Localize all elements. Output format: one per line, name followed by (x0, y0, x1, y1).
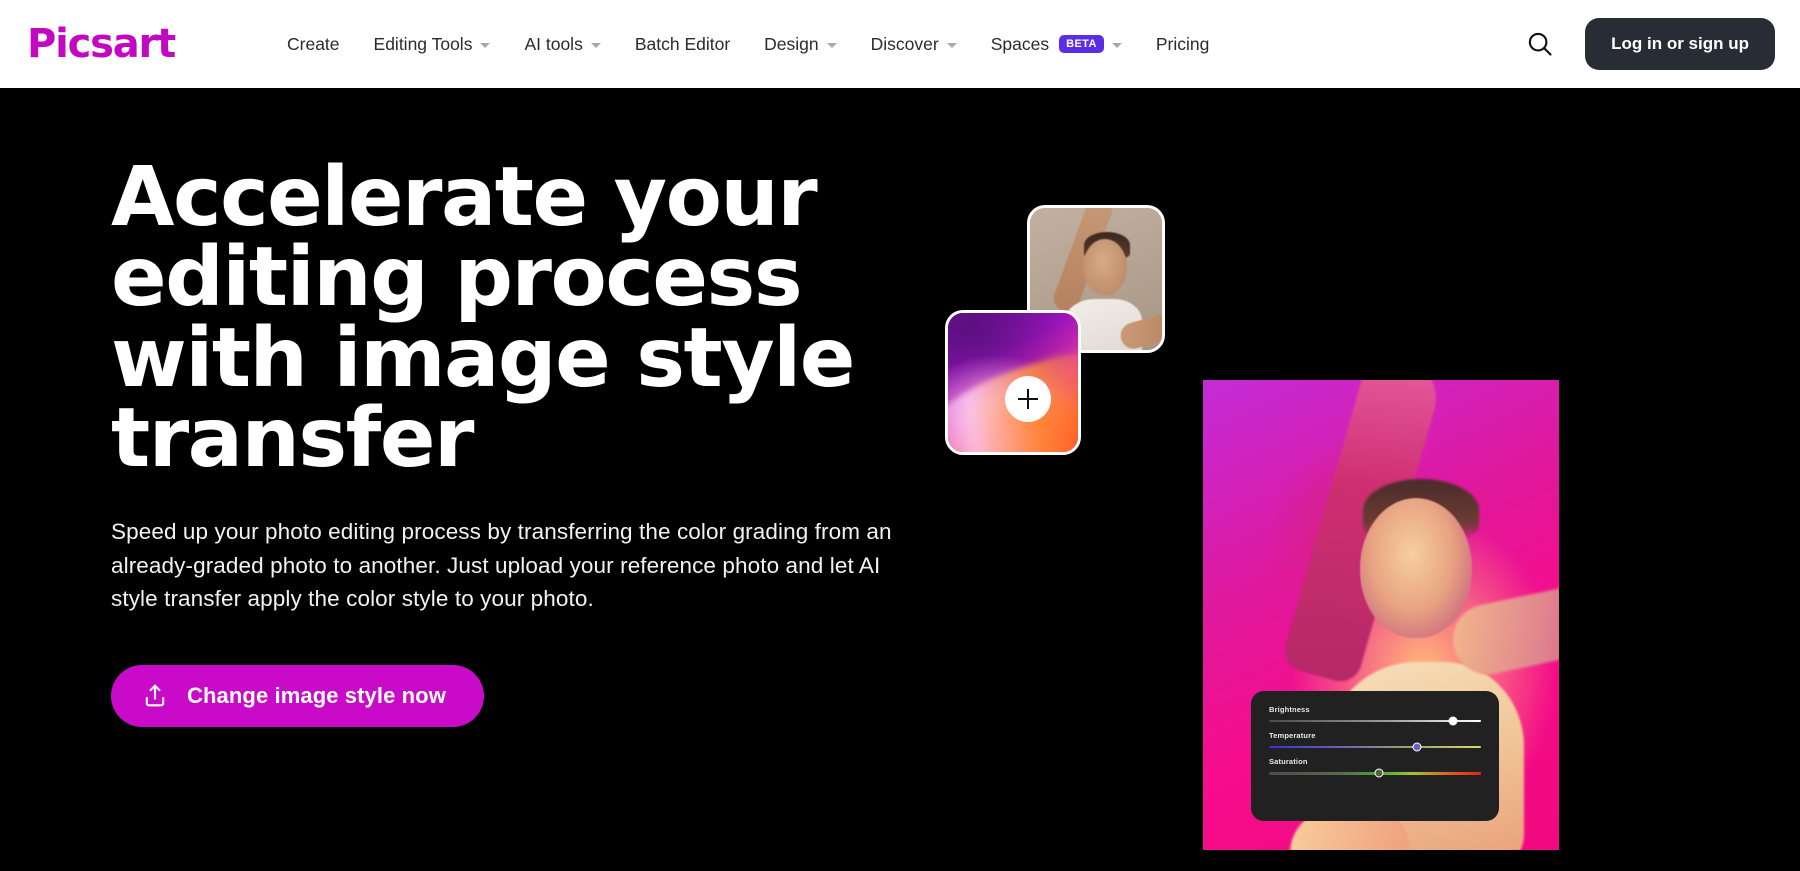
nav-item-ai-tools[interactable]: AI tools (507, 22, 617, 66)
nav-item-label: Discover (870, 33, 939, 54)
slider-label: Brightness (1269, 705, 1310, 714)
nav-item-label: Spaces (990, 33, 1050, 54)
top-navigation-bar: Picsart Create Editing Tools AI tools Ba… (0, 0, 1800, 88)
slider-brightness[interactable]: Brightness (1269, 705, 1481, 726)
slider-thumb[interactable] (1374, 768, 1384, 778)
nav-item-design[interactable]: Design (747, 22, 853, 66)
nav-item-label: AI tools (524, 33, 583, 54)
login-signup-button[interactable]: Log in or sign up (1585, 18, 1775, 70)
nav-item-label: Create (287, 33, 340, 54)
figure-head (1359, 497, 1472, 638)
chevron-down-icon (826, 43, 837, 48)
nav-item-discover[interactable]: Discover (854, 22, 974, 66)
nav-item-batch-editor[interactable]: Batch Editor (618, 22, 747, 66)
nav-item-label: Pricing (1155, 33, 1210, 54)
change-image-style-button[interactable]: Change image style now (111, 665, 484, 728)
chevron-down-icon (590, 43, 601, 48)
slider-label: Saturation (1269, 757, 1308, 767)
hero-copy-block: Accelerate your editing process with ima… (111, 150, 911, 728)
upload-icon (145, 685, 165, 707)
hero-section: Accelerate your editing process with ima… (0, 88, 1800, 871)
picsart-logo[interactable]: Picsart (27, 24, 176, 64)
slider-track[interactable] (1269, 768, 1481, 778)
nav-item-label: Design (764, 33, 819, 54)
nav-right-actions: Log in or sign up (1517, 18, 1800, 70)
chevron-down-icon (480, 43, 491, 48)
beta-badge: BETA (1059, 35, 1104, 53)
nav-item-create[interactable]: Create (270, 22, 357, 66)
nav-item-editing-tools[interactable]: Editing Tools (357, 22, 508, 66)
chevron-down-icon (946, 43, 957, 48)
chevron-down-icon (1111, 43, 1122, 48)
slider-label: Temperature (1269, 731, 1316, 741)
slider-saturation[interactable]: Saturation (1269, 757, 1481, 778)
nav-item-spaces[interactable]: Spaces BETA (974, 22, 1139, 66)
slider-thumb[interactable] (1412, 742, 1422, 752)
slider-track[interactable] (1269, 716, 1481, 726)
slider-temperature[interactable]: Temperature (1269, 731, 1481, 752)
adjustment-panel: Brightness Temperature Saturation (1251, 691, 1499, 821)
cta-label: Change image style now (187, 683, 446, 709)
plus-icon[interactable] (1005, 376, 1051, 422)
reference-head (1082, 239, 1127, 296)
primary-nav-links: Create Editing Tools AI tools Batch Edit… (270, 22, 1226, 66)
hero-description: Speed up your photo editing process by t… (111, 519, 892, 612)
slider-thumb[interactable] (1448, 716, 1458, 726)
slider-track[interactable] (1269, 742, 1481, 752)
nav-item-pricing[interactable]: Pricing (1139, 22, 1227, 66)
page-title: Accelerate your editing process with ima… (111, 150, 855, 487)
nav-item-label: Batch Editor (634, 33, 731, 54)
nav-item-label: Editing Tools (373, 33, 473, 54)
search-icon (1528, 32, 1552, 56)
search-button[interactable] (1517, 21, 1563, 67)
